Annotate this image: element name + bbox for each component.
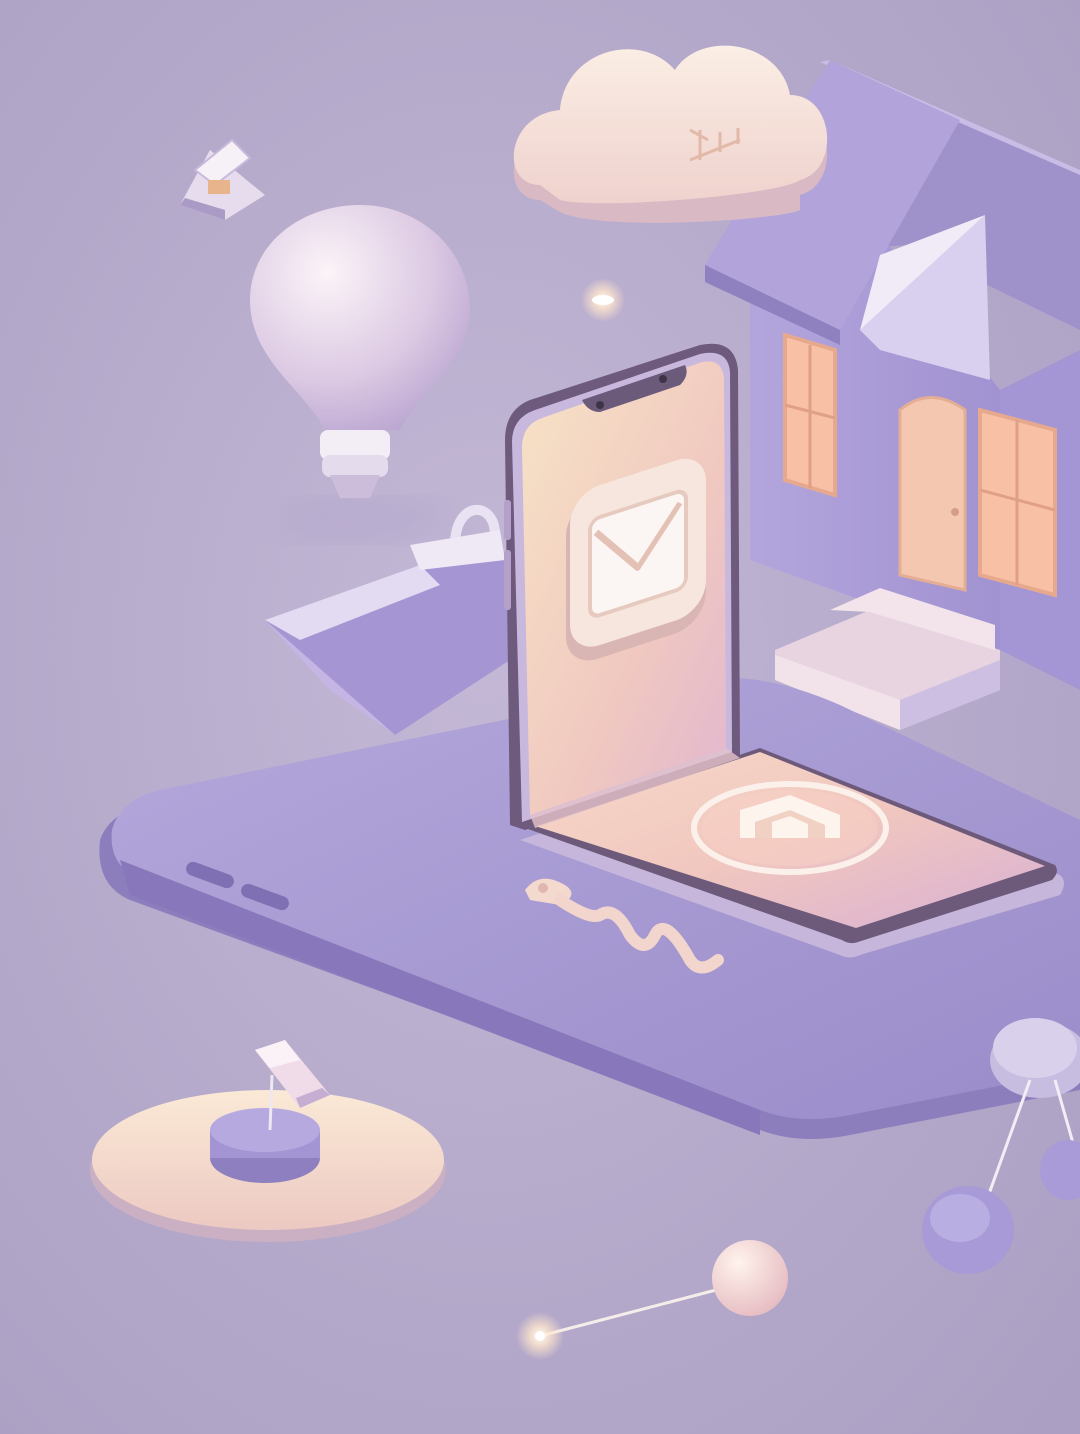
scene-canvas <box>0 0 1080 1434</box>
glow-dot-top <box>581 278 625 322</box>
house-door <box>898 396 967 592</box>
home-button <box>691 781 889 875</box>
illustration-scene <box>0 0 1080 1434</box>
house-window-left <box>783 332 837 498</box>
house-window-right <box>978 407 1057 598</box>
